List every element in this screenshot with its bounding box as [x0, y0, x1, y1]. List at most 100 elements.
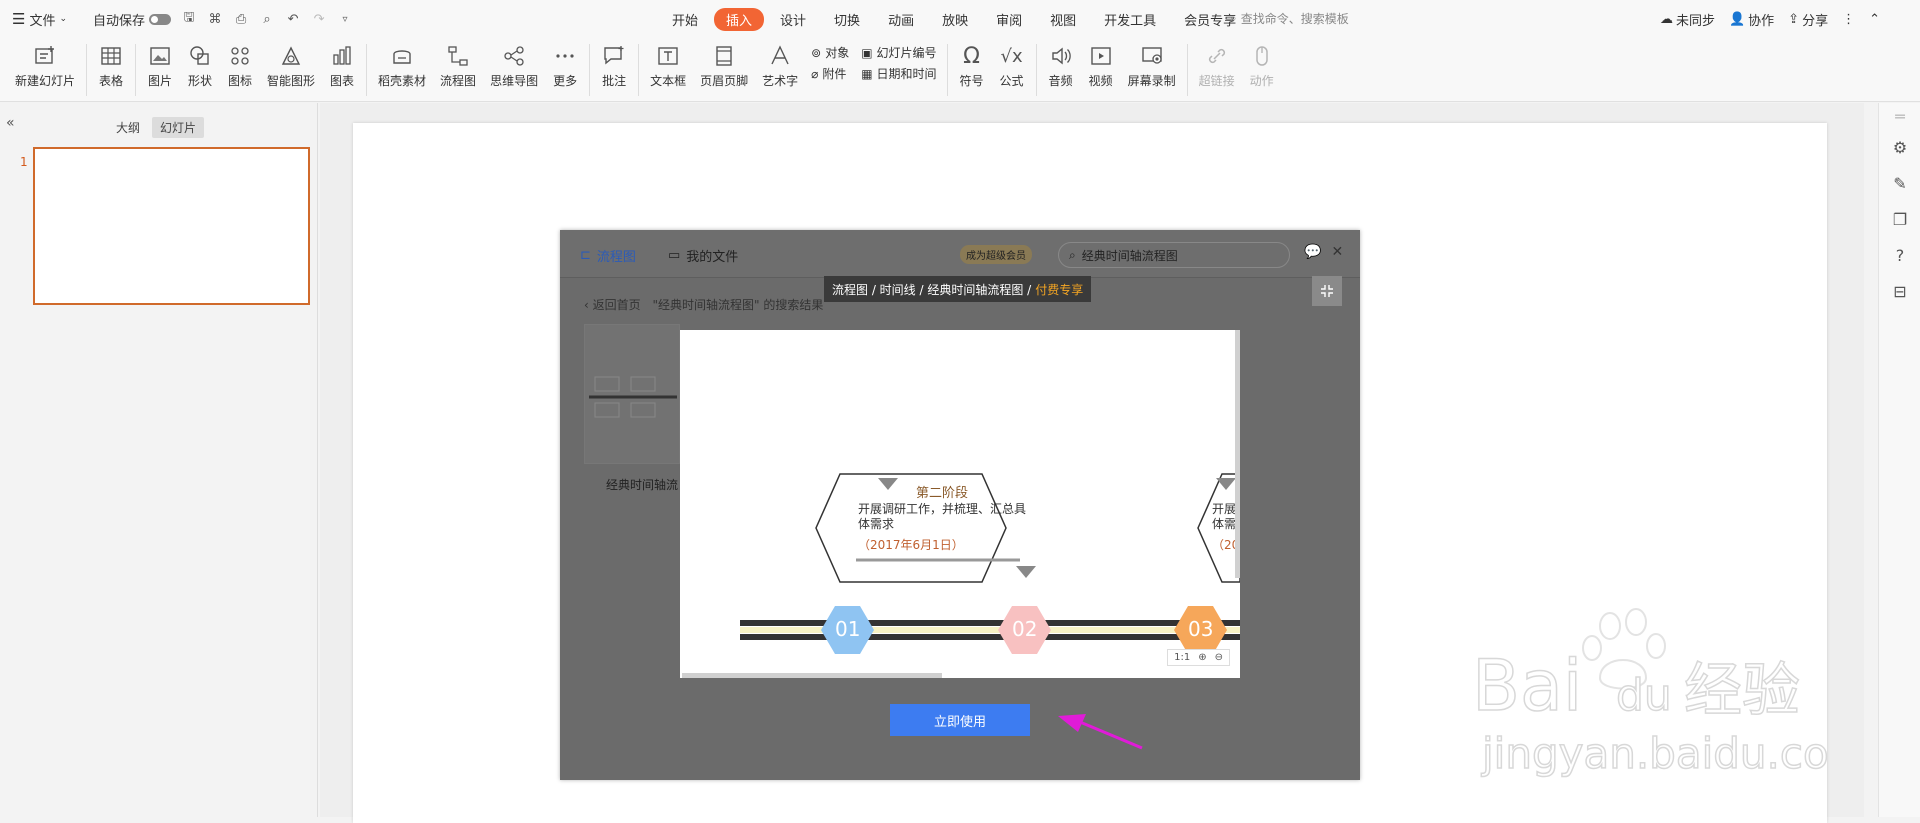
- print-icon[interactable]: ⎙: [233, 11, 249, 27]
- autosave-toggle[interactable]: 自动保存: [93, 10, 172, 29]
- tab-animation[interactable]: 动画: [876, 8, 926, 31]
- slide-number-icon: ▣: [861, 45, 873, 60]
- omega-icon: Ω: [963, 43, 980, 69]
- menu-bar: ☰ 文件 ⌄ 自动保存 🖫 ⌘ ⎙ ⌕ ↶ ↷ ▿ 开始 插入 设计 切换 动画…: [0, 0, 1920, 38]
- tab-slides[interactable]: 幻灯片: [152, 117, 205, 138]
- chart-button[interactable]: 图表: [322, 38, 362, 98]
- sync-button[interactable]: ☁ 未同步: [1660, 10, 1715, 29]
- pin-icon[interactable]: ✎: [1879, 165, 1920, 201]
- tab-developer[interactable]: 开发工具: [1092, 8, 1168, 31]
- zoom-reset-button[interactable]: 1:1: [1174, 652, 1190, 663]
- result-thumbnail-preview: [589, 376, 677, 418]
- result-thumbnail[interactable]: [584, 324, 680, 464]
- collapse-ribbon-icon[interactable]: ⌃: [1869, 10, 1880, 29]
- inbox-icon[interactable]: ⊟: [1879, 273, 1920, 309]
- tab-flowchart[interactable]: ⊏ 流程图: [580, 246, 636, 265]
- table-label: 表格: [99, 74, 124, 88]
- tab-view[interactable]: 视图: [1038, 8, 1088, 31]
- smartart-button[interactable]: 智能图形: [260, 38, 322, 98]
- attachment-button[interactable]: ⌀ 附件: [811, 65, 849, 82]
- tab-transition[interactable]: 切换: [822, 8, 872, 31]
- more-button[interactable]: 更多: [545, 38, 585, 98]
- hamburger-icon: ☰: [12, 10, 26, 28]
- save-icon[interactable]: 🖫: [181, 10, 197, 27]
- back-button[interactable]: ‹ 返回首页: [584, 298, 641, 312]
- vip-badge[interactable]: 成为超级会员: [960, 245, 1032, 264]
- datetime-button[interactable]: ▦ 日期和时间: [861, 65, 936, 82]
- video-button[interactable]: 视频: [1081, 38, 1121, 98]
- new-slide-button[interactable]: 新建幻灯片: [8, 38, 82, 98]
- docer-material-button[interactable]: 稻壳素材: [371, 38, 433, 98]
- close-icon[interactable]: ✕: [1331, 244, 1343, 260]
- menu-lines-icon[interactable]: ═: [1879, 103, 1920, 129]
- flowchart-button[interactable]: 流程图: [433, 38, 483, 98]
- slide-number-button[interactable]: ▣ 幻灯片编号: [861, 44, 936, 61]
- preview-vertical-scrollbar[interactable]: [1235, 330, 1240, 578]
- search-icon: ⌕: [1069, 247, 1076, 262]
- audio-button[interactable]: 音频: [1041, 38, 1081, 98]
- properties-icon[interactable]: ⚙: [1879, 129, 1920, 165]
- insert-small-group-1: ⊚ 对象 ⌀ 附件: [805, 38, 855, 82]
- use-now-button[interactable]: 立即使用: [890, 704, 1030, 736]
- screen-record-button[interactable]: 屏幕录制: [1121, 38, 1183, 98]
- formula-button[interactable]: √x 公式: [992, 38, 1032, 98]
- next-stage-desc-1: 开展: [1212, 502, 1237, 516]
- symbol-button[interactable]: Ω 符号: [952, 38, 992, 98]
- print-preview-icon[interactable]: ⌕: [259, 11, 275, 27]
- new-slide-label: 新建幻灯片: [15, 74, 76, 88]
- shape-label: 形状: [188, 74, 213, 88]
- comment-icon: [601, 43, 627, 69]
- tab-slideshow[interactable]: 放映: [930, 8, 980, 31]
- slide-thumbnail[interactable]: [33, 147, 310, 305]
- tab-review[interactable]: 审阅: [984, 8, 1034, 31]
- command-search-placeholder: 查找命令、搜索模板: [1240, 12, 1349, 26]
- tab-insert[interactable]: 插入: [714, 8, 765, 31]
- textbox-label: 文本框: [650, 74, 687, 88]
- hyperlink-button[interactable]: 超链接: [1192, 38, 1242, 98]
- wordart-button[interactable]: 艺术字: [755, 38, 805, 98]
- feedback-icon[interactable]: 💬: [1304, 244, 1321, 260]
- format-painter-icon[interactable]: ⌘: [207, 11, 223, 27]
- share-button[interactable]: ⇪ 分享: [1788, 10, 1828, 29]
- collab-button[interactable]: 👤 协作: [1729, 10, 1774, 29]
- redo-icon[interactable]: ↷: [311, 11, 327, 27]
- textbox-button[interactable]: 文本框: [643, 38, 693, 98]
- zoom-out-icon[interactable]: ⊖: [1215, 652, 1223, 663]
- action-button[interactable]: 动作: [1242, 38, 1282, 98]
- object-button[interactable]: ⊚ 对象: [811, 44, 849, 61]
- more-options-icon[interactable]: ⋮: [1842, 10, 1855, 29]
- table-icon: [98, 43, 124, 69]
- collapse-panel-icon[interactable]: «: [6, 115, 15, 131]
- help-icon[interactable]: ?: [1879, 237, 1920, 273]
- icon-button[interactable]: 图标: [220, 38, 260, 98]
- tab-design[interactable]: 设计: [768, 8, 818, 31]
- comment-label: 批注: [602, 74, 627, 88]
- preview-horizontal-scrollbar[interactable]: [682, 673, 942, 678]
- zoom-in-icon[interactable]: ⊕: [1198, 652, 1206, 663]
- shape-button[interactable]: 形状: [180, 38, 220, 98]
- symbol-label: 符号: [959, 74, 984, 88]
- table-button[interactable]: 表格: [91, 38, 131, 98]
- header-footer-button[interactable]: 页眉页脚: [693, 38, 755, 98]
- divider: [366, 44, 368, 96]
- mindmap-button[interactable]: 思维导图: [483, 38, 545, 98]
- command-search[interactable]: ⌕ 查找命令、搜索模板: [1230, 10, 1349, 27]
- slides-library-icon[interactable]: ❐: [1879, 201, 1920, 237]
- mindmap-label: 思维导图: [490, 74, 539, 88]
- screen-record-label: 屏幕录制: [1127, 74, 1176, 88]
- vertical-scrollbar[interactable]: [1864, 103, 1878, 817]
- shrink-preview-button[interactable]: [1312, 276, 1342, 306]
- template-preview[interactable]: 第二阶段 开展调研工作，并梳理、汇总具 体需求 （2017年6月1日） 开展 体…: [680, 330, 1240, 678]
- formula-icon: √x: [1000, 45, 1023, 67]
- file-menu[interactable]: ☰ 文件 ⌄: [12, 10, 67, 29]
- template-search-input[interactable]: ⌕ 经典时间轴流程图: [1058, 242, 1290, 268]
- tab-home[interactable]: 开始: [660, 8, 710, 31]
- divider: [135, 44, 137, 96]
- comment-button[interactable]: 批注: [594, 38, 634, 98]
- customize-toolbar-icon[interactable]: ▿: [337, 11, 353, 27]
- undo-icon[interactable]: ↶: [285, 11, 301, 27]
- tab-outline[interactable]: 大纲: [108, 117, 148, 138]
- divider: [638, 44, 640, 96]
- picture-button[interactable]: 图片: [140, 38, 180, 98]
- tab-my-files[interactable]: ▭ 我的文件: [668, 246, 738, 265]
